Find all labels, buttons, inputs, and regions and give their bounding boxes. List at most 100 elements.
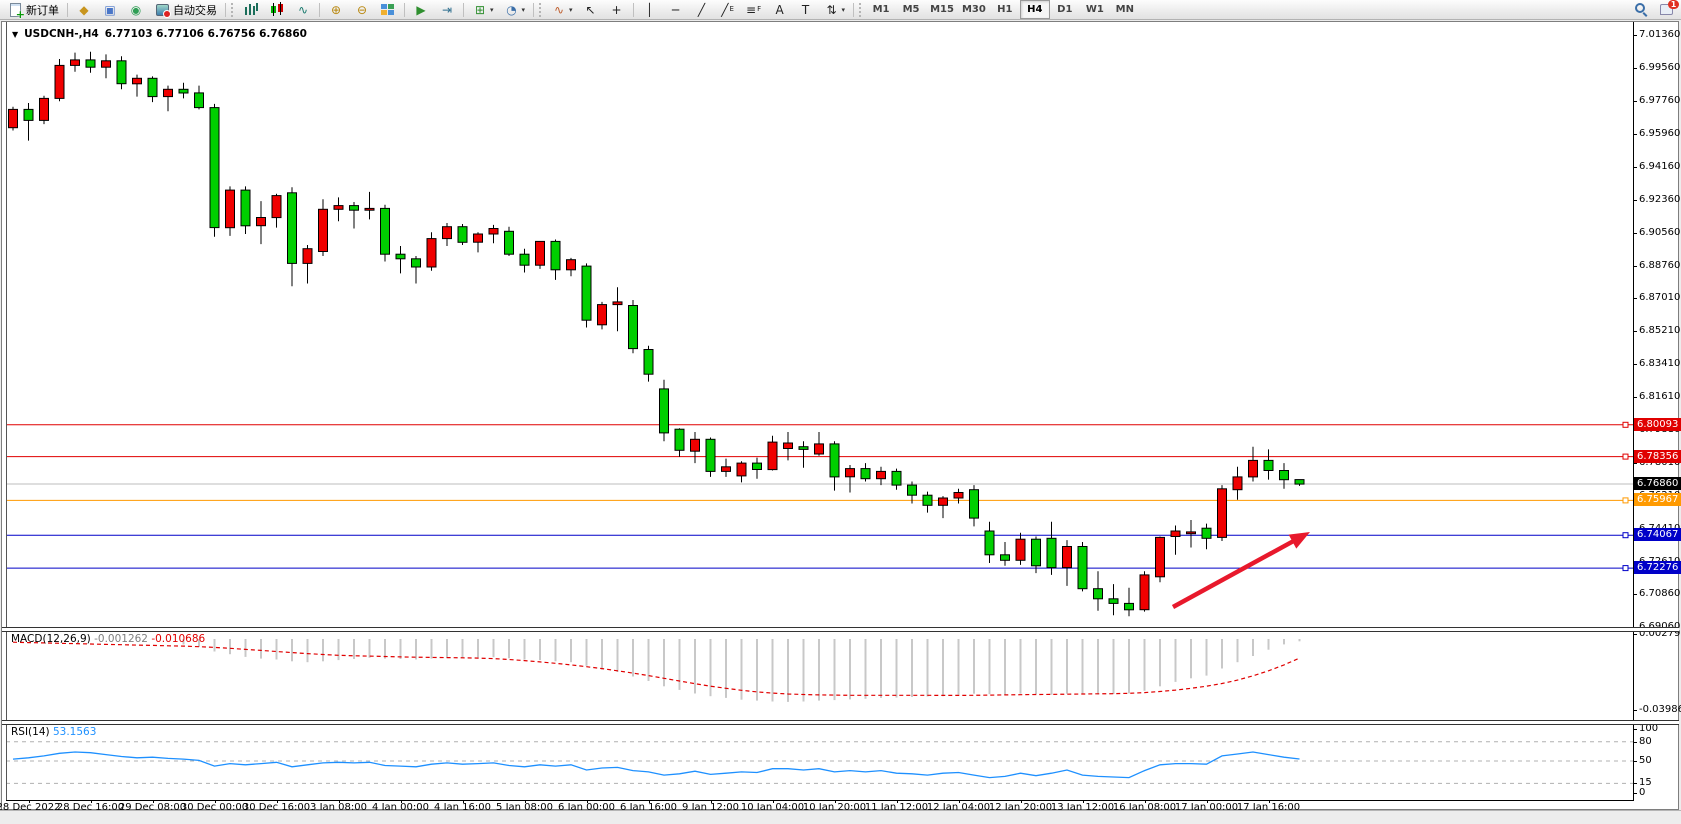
candle <box>1078 547 1087 589</box>
candle <box>381 208 390 254</box>
rsi-panel-canvas[interactable] <box>6 723 1633 799</box>
navigator-button[interactable]: ▣ <box>98 0 122 20</box>
signals-button[interactable]: ◉ <box>124 0 148 20</box>
axis-tick-label: 50 <box>1639 755 1652 766</box>
horizontal-line-button[interactable]: ─ <box>664 0 688 20</box>
candle <box>722 467 731 472</box>
price-chart-canvas[interactable] <box>6 22 1633 627</box>
indicators-button[interactable]: ∿▾ <box>547 0 577 20</box>
timeframe-h1[interactable]: H1 <box>990 0 1020 19</box>
new-chart-button[interactable]: ⊞▾ <box>468 0 498 20</box>
toolbar-separator <box>533 3 534 17</box>
candle <box>970 490 979 518</box>
tile-windows-button[interactable] <box>376 0 400 20</box>
candle <box>195 93 204 108</box>
candlestick-button[interactable] <box>265 0 289 20</box>
candle <box>117 61 126 84</box>
vertical-line-button[interactable]: │ <box>638 0 662 20</box>
axis-tick-label: 6.81610 <box>1639 391 1680 402</box>
line-chart-button[interactable]: ∿ <box>291 0 315 20</box>
mt4-application: 新订单◆▣◉自动交易∿⊕⊖▶⇥⊞▾◔▾∿▾↖+│─╱╱E≡FAT⇅▾M1M5M1… <box>0 0 1681 824</box>
periods-button[interactable]: ◔▾ <box>500 0 530 20</box>
toolbar-separator <box>633 3 634 17</box>
candle <box>1295 480 1304 485</box>
candle <box>737 463 746 476</box>
panel-splitter-macd[interactable] <box>2 627 1679 632</box>
candle <box>71 60 80 66</box>
candle <box>598 305 607 325</box>
candle <box>1047 538 1056 567</box>
new-order-button[interactable]: 新订单 <box>3 0 63 20</box>
crosshair-icon: + <box>609 2 625 17</box>
autotrading-button[interactable]: 自动交易 <box>150 0 221 20</box>
candle <box>505 231 514 254</box>
trendline-button[interactable]: ╱ <box>690 0 714 20</box>
candle <box>1264 460 1273 470</box>
auto-scroll-button[interactable]: ▶ <box>409 0 433 20</box>
support-line-1-handle[interactable] <box>1623 533 1628 538</box>
axis-tick-label: 6.90560 <box>1639 227 1680 238</box>
candle <box>1187 532 1196 534</box>
new-chart-icon: ⊞ <box>472 2 488 17</box>
price-level-chip: 6.80093 <box>1634 418 1681 431</box>
candle <box>164 89 173 96</box>
chevron-down-icon[interactable]: ▾ <box>842 6 846 14</box>
zoom-in-button[interactable]: ⊕ <box>324 0 348 20</box>
navigator-icon: ▣ <box>102 2 118 17</box>
chevron-down-icon[interactable]: ▾ <box>569 6 573 14</box>
trend-arrow[interactable] <box>1173 540 1296 607</box>
macd-signal-value: -0.010686 <box>151 633 205 645</box>
zoom-out-button[interactable]: ⊖ <box>350 0 374 20</box>
arrows-button[interactable]: ⇅▾ <box>820 0 850 20</box>
support-line-2-handle[interactable] <box>1623 566 1628 571</box>
candle <box>412 259 421 267</box>
candle <box>350 206 359 211</box>
candle <box>1156 537 1165 576</box>
timeframe-m15[interactable]: M15 <box>926 0 958 19</box>
timeframe-d1[interactable]: D1 <box>1050 0 1080 19</box>
pivot-line-handle[interactable] <box>1623 498 1628 503</box>
crosshair-button[interactable]: + <box>605 0 629 20</box>
channel-button[interactable]: ╱E <box>716 0 740 20</box>
chevron-down-icon[interactable]: ▾ <box>490 6 494 14</box>
search-button[interactable] <box>1628 0 1652 20</box>
cursor-button[interactable]: ↖ <box>579 0 603 20</box>
timeframe-m30[interactable]: M30 <box>958 0 990 19</box>
candle <box>288 193 297 264</box>
zoom-out-icon: ⊖ <box>354 2 370 17</box>
timeframe-m5[interactable]: M5 <box>896 0 926 19</box>
timeframe-h4[interactable]: H4 <box>1020 0 1050 19</box>
text-icon: A <box>772 2 788 17</box>
candle <box>1233 477 1242 490</box>
price-level-chip: 6.75967 <box>1634 493 1681 506</box>
resistance-line-2-handle[interactable] <box>1623 454 1628 459</box>
chevron-down-icon[interactable]: ▾ <box>522 6 526 14</box>
macd-panel-canvas[interactable] <box>6 630 1633 719</box>
candle <box>582 266 591 320</box>
candle <box>489 229 498 235</box>
axis-tick-label: 6.85210 <box>1639 325 1680 336</box>
rsi-line <box>13 752 1300 778</box>
axis-line <box>1633 22 1634 800</box>
market-watch-button[interactable]: ◆ <box>72 0 96 20</box>
timeframe-w1[interactable]: W1 <box>1080 0 1110 19</box>
text-label-button[interactable]: T <box>794 0 818 20</box>
autotrading-icon <box>154 2 170 17</box>
candle <box>923 495 932 505</box>
axis-tick-label: 6.99560 <box>1639 62 1680 73</box>
notifications-button[interactable]: 1 <box>1654 0 1678 20</box>
toolbar-separator <box>225 3 226 17</box>
timeframe-m1[interactable]: M1 <box>866 0 896 19</box>
fibonacci-button[interactable]: ≡F <box>742 0 766 20</box>
axis-tick-label: 6.83410 <box>1639 358 1680 369</box>
chart-shift-button[interactable]: ⇥ <box>435 0 459 20</box>
candle <box>644 350 653 375</box>
text-button[interactable]: A <box>768 0 792 20</box>
resistance-line-1-handle[interactable] <box>1623 422 1628 427</box>
candle <box>179 89 188 93</box>
candle <box>427 239 436 267</box>
timeframe-mn[interactable]: MN <box>1110 0 1140 19</box>
trend-arrow-head <box>1289 532 1310 549</box>
bar-chart-button[interactable] <box>239 0 263 20</box>
panel-splitter-rsi[interactable] <box>2 720 1679 725</box>
